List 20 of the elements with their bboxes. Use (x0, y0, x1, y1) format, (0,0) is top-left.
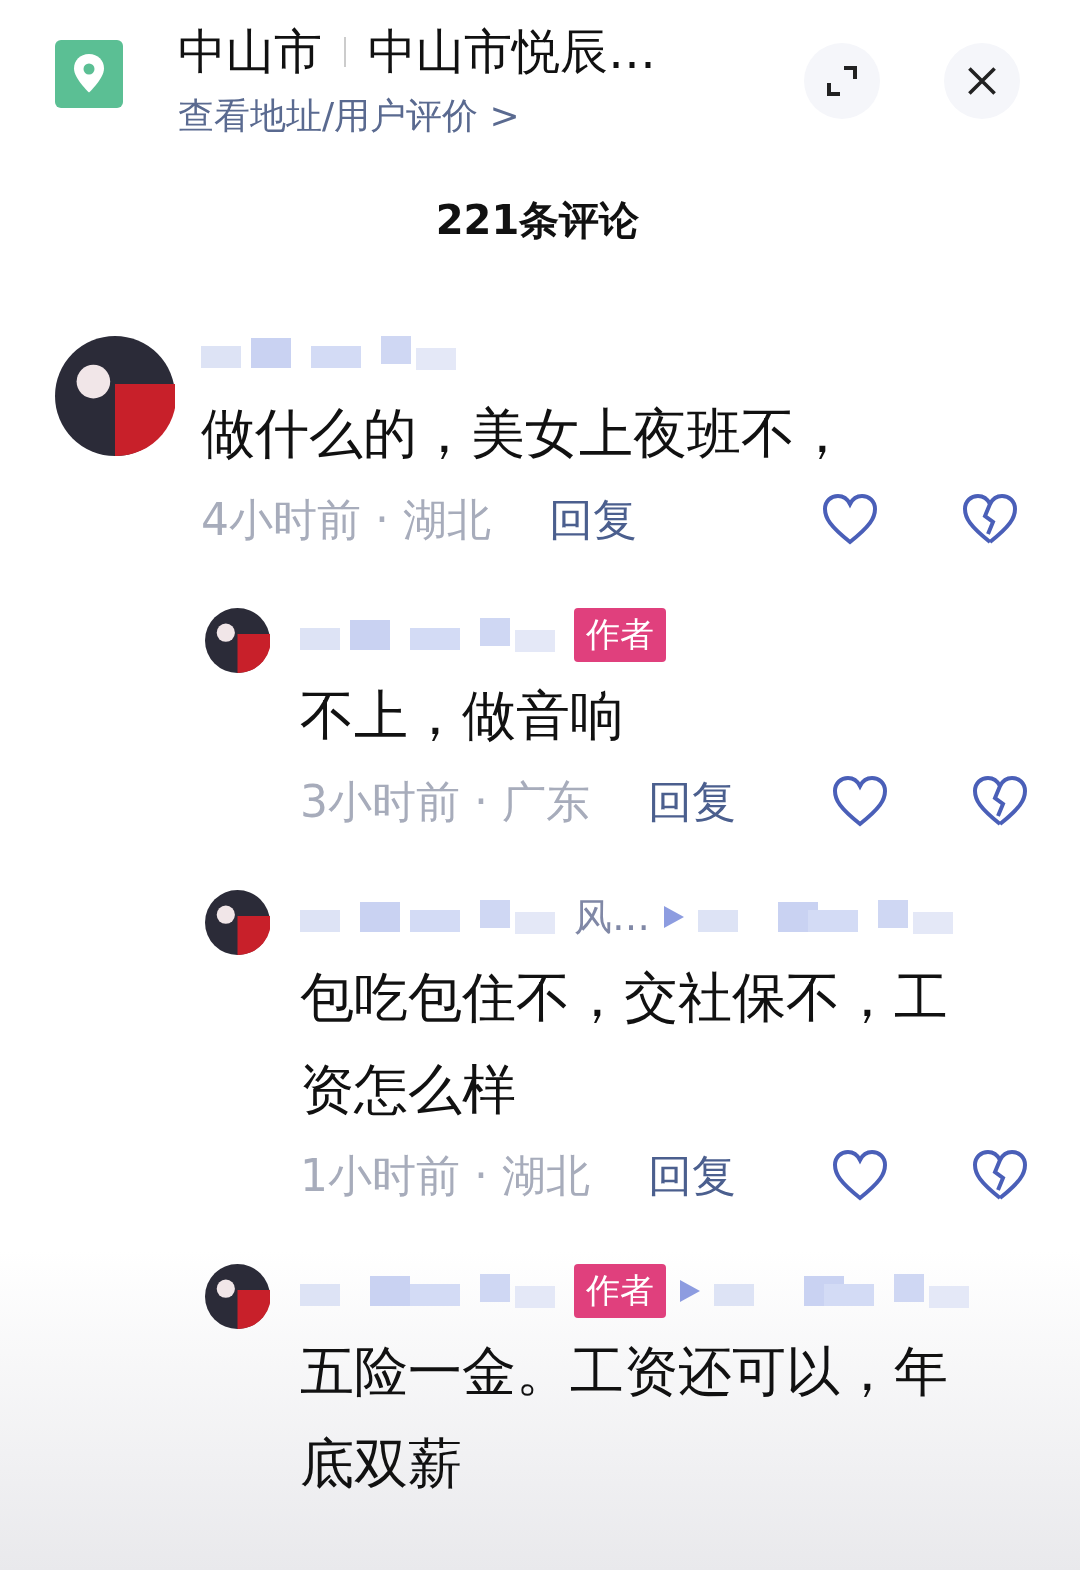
user-name: 风… (574, 893, 650, 941)
reply-link[interactable]: 回复 (648, 1146, 736, 1206)
author-badge: 作者 (574, 1264, 666, 1318)
comment-location: · 湖北 (474, 1148, 590, 1203)
city-name: 中山市 (178, 22, 322, 81)
comment-text: 不上，做音响 (300, 683, 625, 749)
address-reviews-link[interactable]: 查看地址/用户评价 > (178, 92, 740, 141)
comment-text: 五险一金。工资还可以，年底双薪 (300, 1339, 949, 1497)
comment-time: 4小时前 (201, 492, 361, 547)
comment-text: 包吃包住不，交社保不，工资怎么样 (300, 965, 949, 1123)
reply-link[interactable]: 回复 (648, 772, 736, 832)
comment-time: 3小时前 (300, 774, 460, 829)
comment-count: 221条评论 (434, 196, 641, 245)
place-name: 中山市悦辰… (368, 22, 656, 81)
author-badge: 作者 (574, 608, 666, 662)
comment-time: 1小时前 (300, 1148, 460, 1203)
comment-location: · 湖北 (375, 492, 491, 547)
comment-location: · 广东 (474, 774, 590, 829)
comment-text: 做什么的，美女上夜班不， (201, 401, 850, 467)
reply-link[interactable]: 回复 (549, 490, 637, 550)
